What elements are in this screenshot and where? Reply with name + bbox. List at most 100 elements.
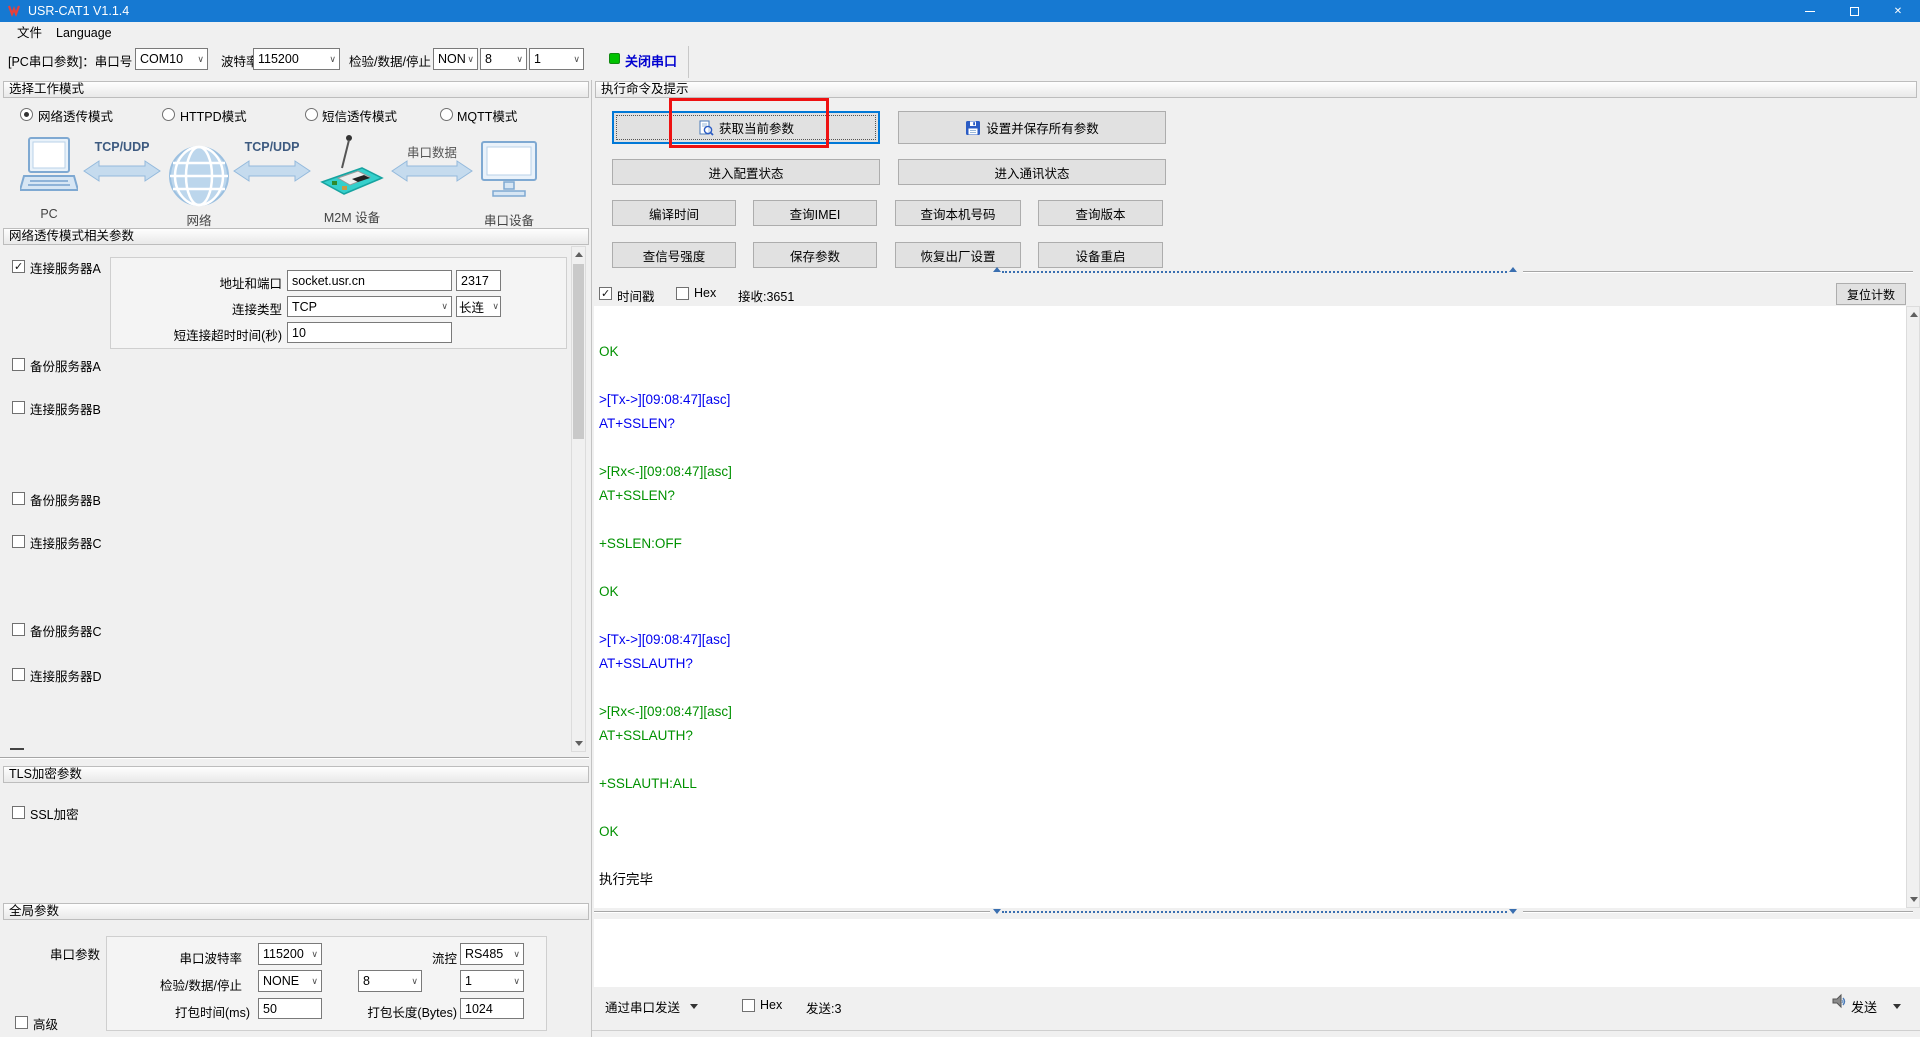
- reset-count-button[interactable]: 复位计数: [1836, 283, 1906, 305]
- radio-net-passthrough-label: 网络透传模式: [38, 106, 113, 125]
- network-globe-icon: [167, 144, 231, 208]
- menu-file[interactable]: 文件: [10, 22, 49, 44]
- advanced-checkbox[interactable]: [15, 1016, 28, 1029]
- query-version-button[interactable]: 查询版本: [1038, 200, 1163, 226]
- log-bottom-splitter[interactable]: [1002, 911, 1507, 913]
- com-port-select[interactable]: COM10: [135, 48, 208, 70]
- log-scrollbar[interactable]: [1906, 306, 1920, 908]
- radio-sms-passthrough[interactable]: [305, 108, 318, 121]
- splitter-arrow-icon[interactable]: [1509, 267, 1517, 272]
- server-b-checkbox[interactable]: [12, 401, 25, 414]
- log-line: +SSLEN:OFF: [599, 532, 1894, 556]
- send-hex-checkbox[interactable]: [742, 999, 755, 1012]
- pack-time-input[interactable]: 50: [258, 998, 322, 1019]
- chevron-down-icon[interactable]: [690, 1004, 698, 1009]
- short-conn-timeout-input[interactable]: 10: [287, 322, 452, 343]
- log-output: OK >[Tx->][09:08:47][asc]AT+SSLEN? >[Rx<…: [594, 306, 1894, 892]
- backup-server-c-checkbox[interactable]: [12, 623, 25, 636]
- ssl-checkbox[interactable]: [12, 806, 25, 819]
- server-a-port-input[interactable]: 2317: [456, 270, 501, 291]
- backup-server-a-label: 备份服务器A: [30, 356, 101, 375]
- scroll-down-icon[interactable]: [572, 736, 585, 751]
- left-splitter[interactable]: [0, 757, 589, 759]
- splitter-arrow-icon[interactable]: [1509, 909, 1517, 914]
- query-phone-number-button[interactable]: 查询本机号码: [895, 200, 1021, 226]
- save-icon: [965, 120, 981, 136]
- backup-server-c-label: 备份服务器C: [30, 621, 102, 640]
- send-button[interactable]: 发送: [1851, 997, 1877, 1016]
- pack-len-label: 打包长度(Bytes): [345, 1002, 457, 1021]
- log-hex-checkbox[interactable]: [676, 287, 689, 300]
- flow-control-select[interactable]: RS485: [460, 943, 524, 965]
- serial-baud-select[interactable]: 115200: [258, 943, 322, 965]
- enter-config-button[interactable]: 进入配置状态: [612, 159, 880, 185]
- databits-select[interactable]: 8: [480, 48, 527, 70]
- params-scrollbar[interactable]: [571, 246, 586, 752]
- conn-mode-select[interactable]: 长连: [456, 296, 501, 317]
- radio-mqtt[interactable]: [440, 108, 453, 121]
- send-input-area[interactable]: [594, 919, 1920, 987]
- scrollbar-thumb[interactable]: [573, 264, 584, 439]
- serial-parity-select[interactable]: NONE: [258, 970, 322, 992]
- backup-server-b-checkbox[interactable]: [12, 492, 25, 505]
- window-title: USR-CAT1 V1.1.4: [28, 0, 129, 22]
- server-d-checkbox[interactable]: [12, 668, 25, 681]
- query-signal-button[interactable]: 查信号强度: [612, 242, 736, 268]
- scroll-up-icon[interactable]: [572, 247, 585, 262]
- serial-baud-label: 串口波特率: [130, 948, 242, 967]
- log-top-splitter[interactable]: [1002, 271, 1507, 273]
- chevron-down-icon: [409, 976, 418, 987]
- log-line: >[Rx<-][09:08:47][asc]: [599, 460, 1894, 484]
- timestamp-checkbox[interactable]: [599, 287, 612, 300]
- chevron-down-icon[interactable]: [1893, 1004, 1901, 1009]
- serial-params-label: 串口参数: [50, 944, 100, 963]
- top-splitter-line: [1523, 271, 1913, 273]
- radio-net-passthrough[interactable]: [20, 108, 33, 121]
- pack-time-label: 打包时间(ms): [138, 1002, 250, 1021]
- menu-language[interactable]: Language: [49, 22, 119, 44]
- backup-server-b-label: 备份服务器B: [30, 490, 101, 509]
- splitter-arrow-icon[interactable]: [993, 267, 1001, 272]
- conn-type-select[interactable]: TCP: [287, 296, 452, 317]
- log-line: [599, 508, 1894, 532]
- parity-select[interactable]: NONI: [433, 48, 478, 70]
- send-via-serial-button[interactable]: 通过串口发送: [605, 997, 680, 1016]
- network-label: 网络: [167, 210, 231, 229]
- short-conn-timeout-label: 短连接超时时间(秒): [130, 325, 282, 344]
- splitter-arrow-icon[interactable]: [993, 909, 1001, 914]
- scroll-up-icon[interactable]: [1907, 307, 1920, 322]
- maximize-button[interactable]: [1832, 0, 1876, 22]
- serial-stopbits-select[interactable]: 1: [460, 970, 524, 992]
- device-restart-button[interactable]: 设备重启: [1038, 242, 1163, 268]
- baud-select[interactable]: 115200: [253, 48, 340, 70]
- close-button[interactable]: [1876, 0, 1920, 22]
- chevron-down-icon: [195, 54, 204, 65]
- query-imei-button[interactable]: 查询IMEI: [753, 200, 877, 226]
- close-port-button[interactable]: 关闭串口: [625, 44, 677, 80]
- pack-len-input[interactable]: 1024: [460, 998, 524, 1019]
- get-params-button[interactable]: 获取当前参数: [612, 111, 880, 144]
- addr-port-label: 地址和端口: [150, 273, 282, 292]
- stopbits-select[interactable]: 1: [529, 48, 584, 70]
- recv-count: 接收:3651: [738, 286, 794, 305]
- server-a-checkbox[interactable]: [12, 260, 25, 273]
- server-a-address-input[interactable]: socket.usr.cn: [287, 270, 452, 291]
- radio-httpd[interactable]: [162, 108, 175, 121]
- panel-divider: [591, 80, 592, 1037]
- serial-databits-select[interactable]: 8: [358, 970, 422, 992]
- compile-time-button[interactable]: 编译时间: [612, 200, 736, 226]
- factory-reset-button[interactable]: 恢复出厂设置: [895, 242, 1021, 268]
- advanced-label: 高级: [33, 1014, 58, 1033]
- app-logo-icon: [7, 4, 21, 18]
- log-line: OK: [599, 820, 1894, 844]
- enter-comm-button[interactable]: 进入通讯状态: [898, 159, 1166, 185]
- port-open-indicator-icon: [609, 53, 620, 64]
- radio-httpd-label: HTTPD模式: [180, 106, 247, 125]
- minimize-button[interactable]: [1788, 0, 1832, 22]
- scroll-down-icon[interactable]: [1907, 892, 1920, 907]
- serial-device-monitor-icon: [480, 140, 538, 204]
- set-save-params-button[interactable]: 设置并保存所有参数: [898, 111, 1166, 144]
- server-c-checkbox[interactable]: [12, 535, 25, 548]
- save-params-button[interactable]: 保存参数: [753, 242, 877, 268]
- backup-server-a-checkbox[interactable]: [12, 358, 25, 371]
